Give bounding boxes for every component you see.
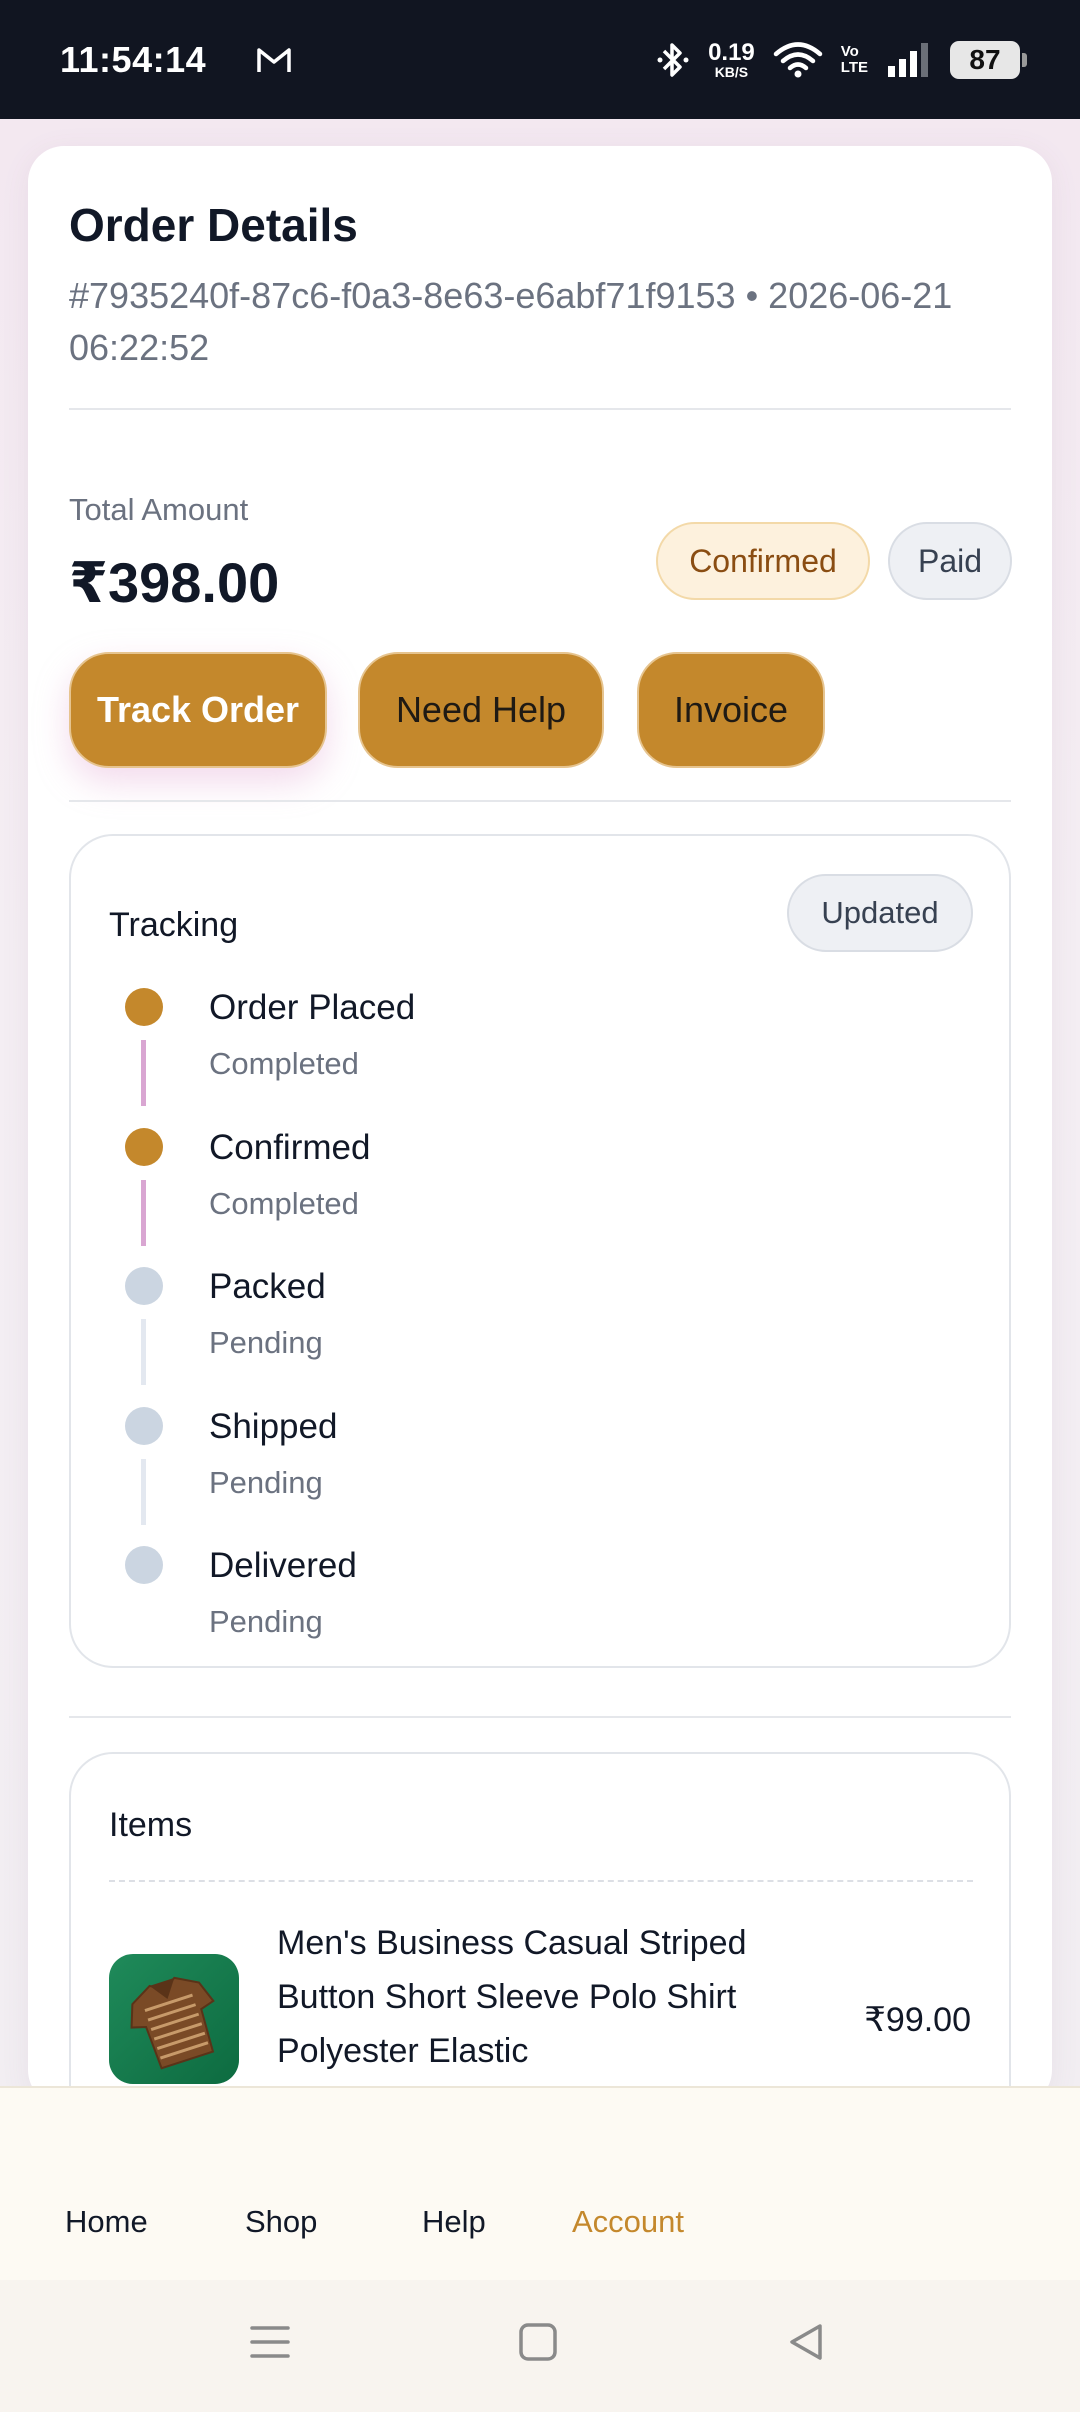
item-price: ₹99.00 [864, 2001, 971, 2039]
step-status: Completed [209, 1046, 359, 1081]
step-name: Confirmed [209, 1128, 371, 1167]
volte-indicator: Vo LTE [840, 42, 868, 76]
track-order-button[interactable]: Track Order [69, 652, 327, 768]
tracking-step: Shipped Pending [125, 1407, 925, 1547]
order-status-badge: Confirmed [656, 522, 870, 600]
step-status: Completed [209, 1186, 359, 1221]
step-status: Pending [209, 1465, 323, 1500]
total-amount-label: Total Amount [69, 492, 249, 527]
nav-account[interactable]: Account [572, 2204, 684, 2240]
status-bar: 11:54:14 0.19 KB/S Vo LTE 87 [0, 0, 1080, 119]
page-title: Order Details [69, 199, 358, 251]
step-connector [141, 1319, 146, 1385]
nav-help[interactable]: Help [422, 2204, 486, 2240]
tracking-title: Tracking [109, 906, 239, 944]
divider [69, 408, 1011, 410]
need-help-button[interactable]: Need Help [358, 652, 604, 768]
tracking-panel: Tracking Updated Order Placed Completed … [69, 834, 1011, 1668]
divider [69, 800, 1011, 802]
step-complete-dot [125, 988, 163, 1026]
order-meta: #7935240f-87c6-f0a3-8e63-e6abf71f9153 • … [69, 275, 953, 368]
bottom-navigation: Home Shop Help Account [0, 2086, 1080, 2280]
clock: 11:54:14 [60, 38, 207, 80]
tracking-step: Order Placed Completed [125, 988, 925, 1128]
battery-icon: 87 [950, 40, 1027, 79]
step-name: Delivered [209, 1546, 357, 1585]
home-icon[interactable] [516, 2320, 560, 2364]
payment-status-badge: Paid [888, 522, 1012, 600]
bluetooth-icon [657, 42, 689, 77]
gmail-icon [257, 47, 291, 72]
tracking-updated-badge: Updated [787, 874, 973, 952]
step-name: Order Placed [209, 988, 416, 1027]
step-connector [141, 1459, 146, 1525]
step-pending-dot [125, 1546, 163, 1584]
nav-home[interactable]: Home [65, 2204, 148, 2240]
invoice-button[interactable]: Invoice [637, 652, 825, 768]
items-title: Items [109, 1806, 193, 1844]
step-status: Pending [209, 1325, 323, 1360]
step-pending-dot [125, 1407, 163, 1445]
tracking-step: Delivered Pending [125, 1546, 925, 1686]
nav-shop[interactable]: Shop [245, 2204, 317, 2240]
item-name[interactable]: Men's Business Casual Striped Button Sho… [277, 1916, 817, 2078]
back-icon[interactable] [784, 2320, 828, 2364]
step-name: Shipped [209, 1407, 338, 1446]
recent-apps-icon[interactable] [248, 2320, 292, 2364]
items-panel: Items Men's Business Casual Striped Butt… [69, 1752, 1011, 2106]
product-thumbnail[interactable] [109, 1954, 239, 2084]
step-status: Pending [209, 1604, 323, 1639]
signal-icon [888, 42, 928, 77]
wifi-icon [773, 41, 823, 77]
network-speed: 0.19 KB/S [708, 38, 755, 80]
tracking-step: Confirmed Completed [125, 1128, 925, 1268]
step-connector [141, 1180, 146, 1246]
step-pending-dot [125, 1267, 163, 1305]
step-name: Packed [209, 1267, 326, 1306]
polo-shirt-icon [130, 1976, 215, 2070]
dashed-divider [109, 1880, 973, 1882]
tracking-step: Packed Pending [125, 1267, 925, 1407]
system-navigation-bar [0, 2280, 1080, 2412]
step-complete-dot [125, 1128, 163, 1166]
divider [69, 1716, 1011, 1718]
step-connector [141, 1040, 146, 1106]
order-details-card: Order Details #7935240f-87c6-f0a3-8e63-e… [28, 146, 1052, 2106]
